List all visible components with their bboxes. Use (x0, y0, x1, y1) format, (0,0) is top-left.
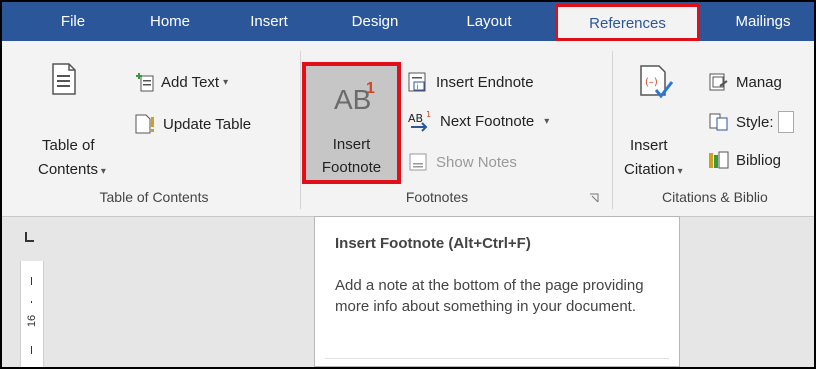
tab-file[interactable]: File (38, 2, 108, 41)
update-table-button[interactable]: Update Table (135, 111, 251, 137)
insert-citation-button[interactable]: (–) Insert Citation ▾ (622, 55, 704, 183)
ruler-number: 16 (26, 314, 38, 328)
update-table-icon (135, 114, 154, 134)
svg-text:1: 1 (426, 110, 431, 119)
show-notes-button[interactable]: Show Notes (408, 149, 517, 175)
insert-footnote-label-line1: Insert (332, 136, 371, 153)
insert-citation-icon: (–) (640, 65, 674, 99)
group-label-footnotes: Footnotes (405, 189, 469, 205)
show-notes-icon (409, 153, 427, 171)
insert-citation-label-line2: Citation ▾ (624, 161, 683, 178)
table-of-contents-icon (52, 63, 76, 95)
manage-sources-button[interactable]: Manag (708, 69, 782, 95)
tab-selector-icon[interactable] (24, 231, 36, 243)
ribbon-panel: Table of Contents ▾ Add Text ▾ Update Ta… (2, 41, 814, 217)
svg-text:(–): (–) (645, 77, 658, 88)
toc-label-line2: Contents ▾ (38, 161, 106, 178)
bibliography-icon (709, 151, 729, 169)
group-separator (612, 51, 613, 209)
next-footnote-icon: AB 1 (408, 110, 431, 132)
toc-label-line1: Table of (42, 137, 95, 154)
dialog-launcher-icon[interactable] (589, 193, 599, 203)
next-footnote-button[interactable]: AB 1 Next Footnote ▾ (408, 108, 549, 134)
insert-endnote-button[interactable]: i Insert Endnote (408, 69, 534, 95)
group-separator (300, 51, 301, 209)
tab-references[interactable]: References (555, 4, 700, 41)
svg-text:i: i (417, 83, 419, 91)
insert-endnote-label: Insert Endnote (436, 73, 534, 91)
insert-footnote-tooltip: Insert Footnote (Alt+Ctrl+F) Add a note … (314, 216, 680, 367)
group-label-citations: Citations & Biblio (662, 189, 768, 205)
manage-sources-label: Manag (736, 73, 782, 91)
ruler-tick (31, 301, 32, 303)
update-table-label: Update Table (163, 115, 252, 133)
word-window: File Home Insert Design Layout Reference… (0, 0, 816, 369)
dropdown-arrow-icon: ▾ (223, 76, 229, 88)
tab-layout[interactable]: Layout (449, 2, 529, 41)
table-of-contents-button[interactable]: Table of Contents ▾ (38, 55, 128, 183)
bibliography-label: Bibliog (736, 151, 782, 169)
footnote-superscript-glyph: 1 (366, 80, 375, 97)
tooltip-description: Add a note at the bottom of the page pro… (335, 277, 644, 315)
ruler-tick (31, 277, 32, 285)
add-text-icon (136, 73, 154, 92)
tab-insert[interactable]: Insert (234, 2, 304, 41)
show-notes-label: Show Notes (436, 153, 517, 171)
group-label-table-of-contents: Table of Contents (99, 189, 209, 205)
add-text-button[interactable]: Add Text ▾ (135, 69, 228, 95)
tab-mailings[interactable]: Mailings (718, 2, 808, 41)
insert-endnote-icon: i (408, 72, 426, 92)
tooltip-title: Insert Footnote (Alt+Ctrl+F) (335, 235, 531, 252)
vertical-ruler[interactable]: 16 (20, 261, 44, 367)
add-text-label: Add Text (161, 73, 220, 91)
style-label: Style: (736, 113, 774, 131)
insert-citation-label-line1: Insert (630, 137, 668, 154)
bibliography-button[interactable]: Bibliog (708, 147, 781, 173)
style-icon (709, 113, 728, 131)
next-footnote-label: Next Footnote (440, 112, 535, 130)
tab-design[interactable]: Design (335, 2, 415, 41)
dropdown-arrow-icon: ▾ (98, 166, 106, 177)
tooltip-divider (325, 358, 669, 359)
ruler-tick (31, 346, 32, 354)
insert-footnote-label-line2: Footnote (321, 159, 382, 176)
style-dropdown-field[interactable] (777, 111, 794, 133)
insert-footnote-button[interactable]: AB 1 Insert Footnote (302, 62, 401, 184)
ribbon-tab-bar: File Home Insert Design Layout Reference… (2, 2, 814, 41)
citation-style-selector[interactable]: Style: (708, 109, 794, 135)
manage-sources-icon (709, 73, 728, 91)
dropdown-arrow-icon: ▾ (674, 166, 683, 177)
dropdown-arrow-icon: ▾ (544, 115, 550, 127)
tab-home[interactable]: Home (135, 2, 205, 41)
svg-text:AB: AB (408, 112, 423, 125)
